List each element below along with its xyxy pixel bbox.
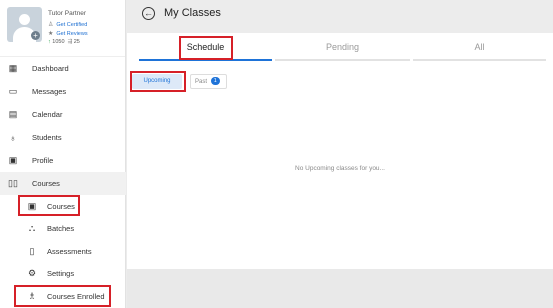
empty-state-message: No Upcoming classes for you... (295, 165, 385, 172)
sidebar-item-dashboard[interactable]: ▦ Dashboard (0, 57, 126, 80)
star-icon: ★ (48, 31, 54, 37)
camera-icon[interactable]: + (31, 31, 40, 40)
get-reviews-link[interactable]: ★ Get Reviews (48, 30, 88, 37)
get-certified-link[interactable]: ♙ Get Certified (48, 21, 87, 28)
past-count-badge: 1 (210, 77, 220, 86)
dashboard-icon: ▦ (8, 63, 18, 73)
sidebar: + Tutor Partner ♙ Get Certified ★ Get Revi… (0, 0, 126, 308)
settings-icon: ⚙ (27, 267, 37, 278)
batches-icon: ⛬ (28, 222, 36, 233)
profile-icon: ▣ (8, 155, 18, 165)
page-header: ← My Classes (127, 0, 553, 33)
main-panel: Schedule Pending All Upcoming Past 1 No … (127, 33, 553, 269)
highlight-box-schedule (179, 36, 233, 60)
tab-pending-underline (275, 59, 410, 61)
arrow-up-icon: ↑ (48, 39, 51, 45)
avatar[interactable]: + (7, 7, 42, 42)
back-arrow-icon[interactable]: ← (142, 7, 155, 20)
footer-area (127, 269, 553, 308)
sidebar-subitem-batches[interactable]: ⛬ Batches (0, 217, 126, 239)
stats-icon: ⇶ (67, 39, 73, 45)
students-icon: ♁ (9, 132, 17, 143)
tab-all-underline (413, 59, 546, 61)
messages-icon: ▭ (8, 86, 18, 96)
certificate-icon: ♙ (48, 22, 54, 28)
stat-count: 25 (73, 39, 80, 45)
book-icon: ▯▯ (8, 178, 18, 188)
sidebar-item-courses[interactable]: ▯▯ Courses (0, 172, 126, 195)
sidebar-item-profile[interactable]: ▣ Profile (0, 149, 126, 172)
stat-points: 1050 (52, 39, 65, 45)
avatar-head (19, 14, 30, 25)
profile-stats: ↑ 1050 ⇶ 25 (48, 39, 80, 45)
highlight-box-courses (18, 195, 80, 216)
sidebar-item-calendar[interactable]: ▤ Calendar (0, 103, 126, 126)
sidebar-subitem-assessments[interactable]: ▯ Assessments (0, 240, 126, 262)
highlight-box-courses-enrolled (14, 285, 111, 307)
sidebar-subitem-settings[interactable]: ⚙ Settings (0, 262, 126, 284)
filter-past[interactable]: Past 1 (190, 74, 227, 89)
highlight-box-upcoming (130, 71, 186, 92)
clipboard-icon: ▯ (29, 245, 35, 256)
tab-pending[interactable]: Pending (275, 33, 410, 61)
profile-card: + Tutor Partner ♙ Get Certified ★ Get Revi… (0, 0, 125, 57)
sidebar-item-messages[interactable]: ▭ Messages (0, 80, 126, 103)
sidebar-item-students[interactable]: ♁ Students (0, 126, 126, 149)
profile-name: Tutor Partner (48, 10, 87, 17)
calendar-icon: ▤ (8, 109, 18, 119)
page-title: My Classes (164, 7, 221, 19)
tab-all[interactable]: All (413, 33, 546, 61)
